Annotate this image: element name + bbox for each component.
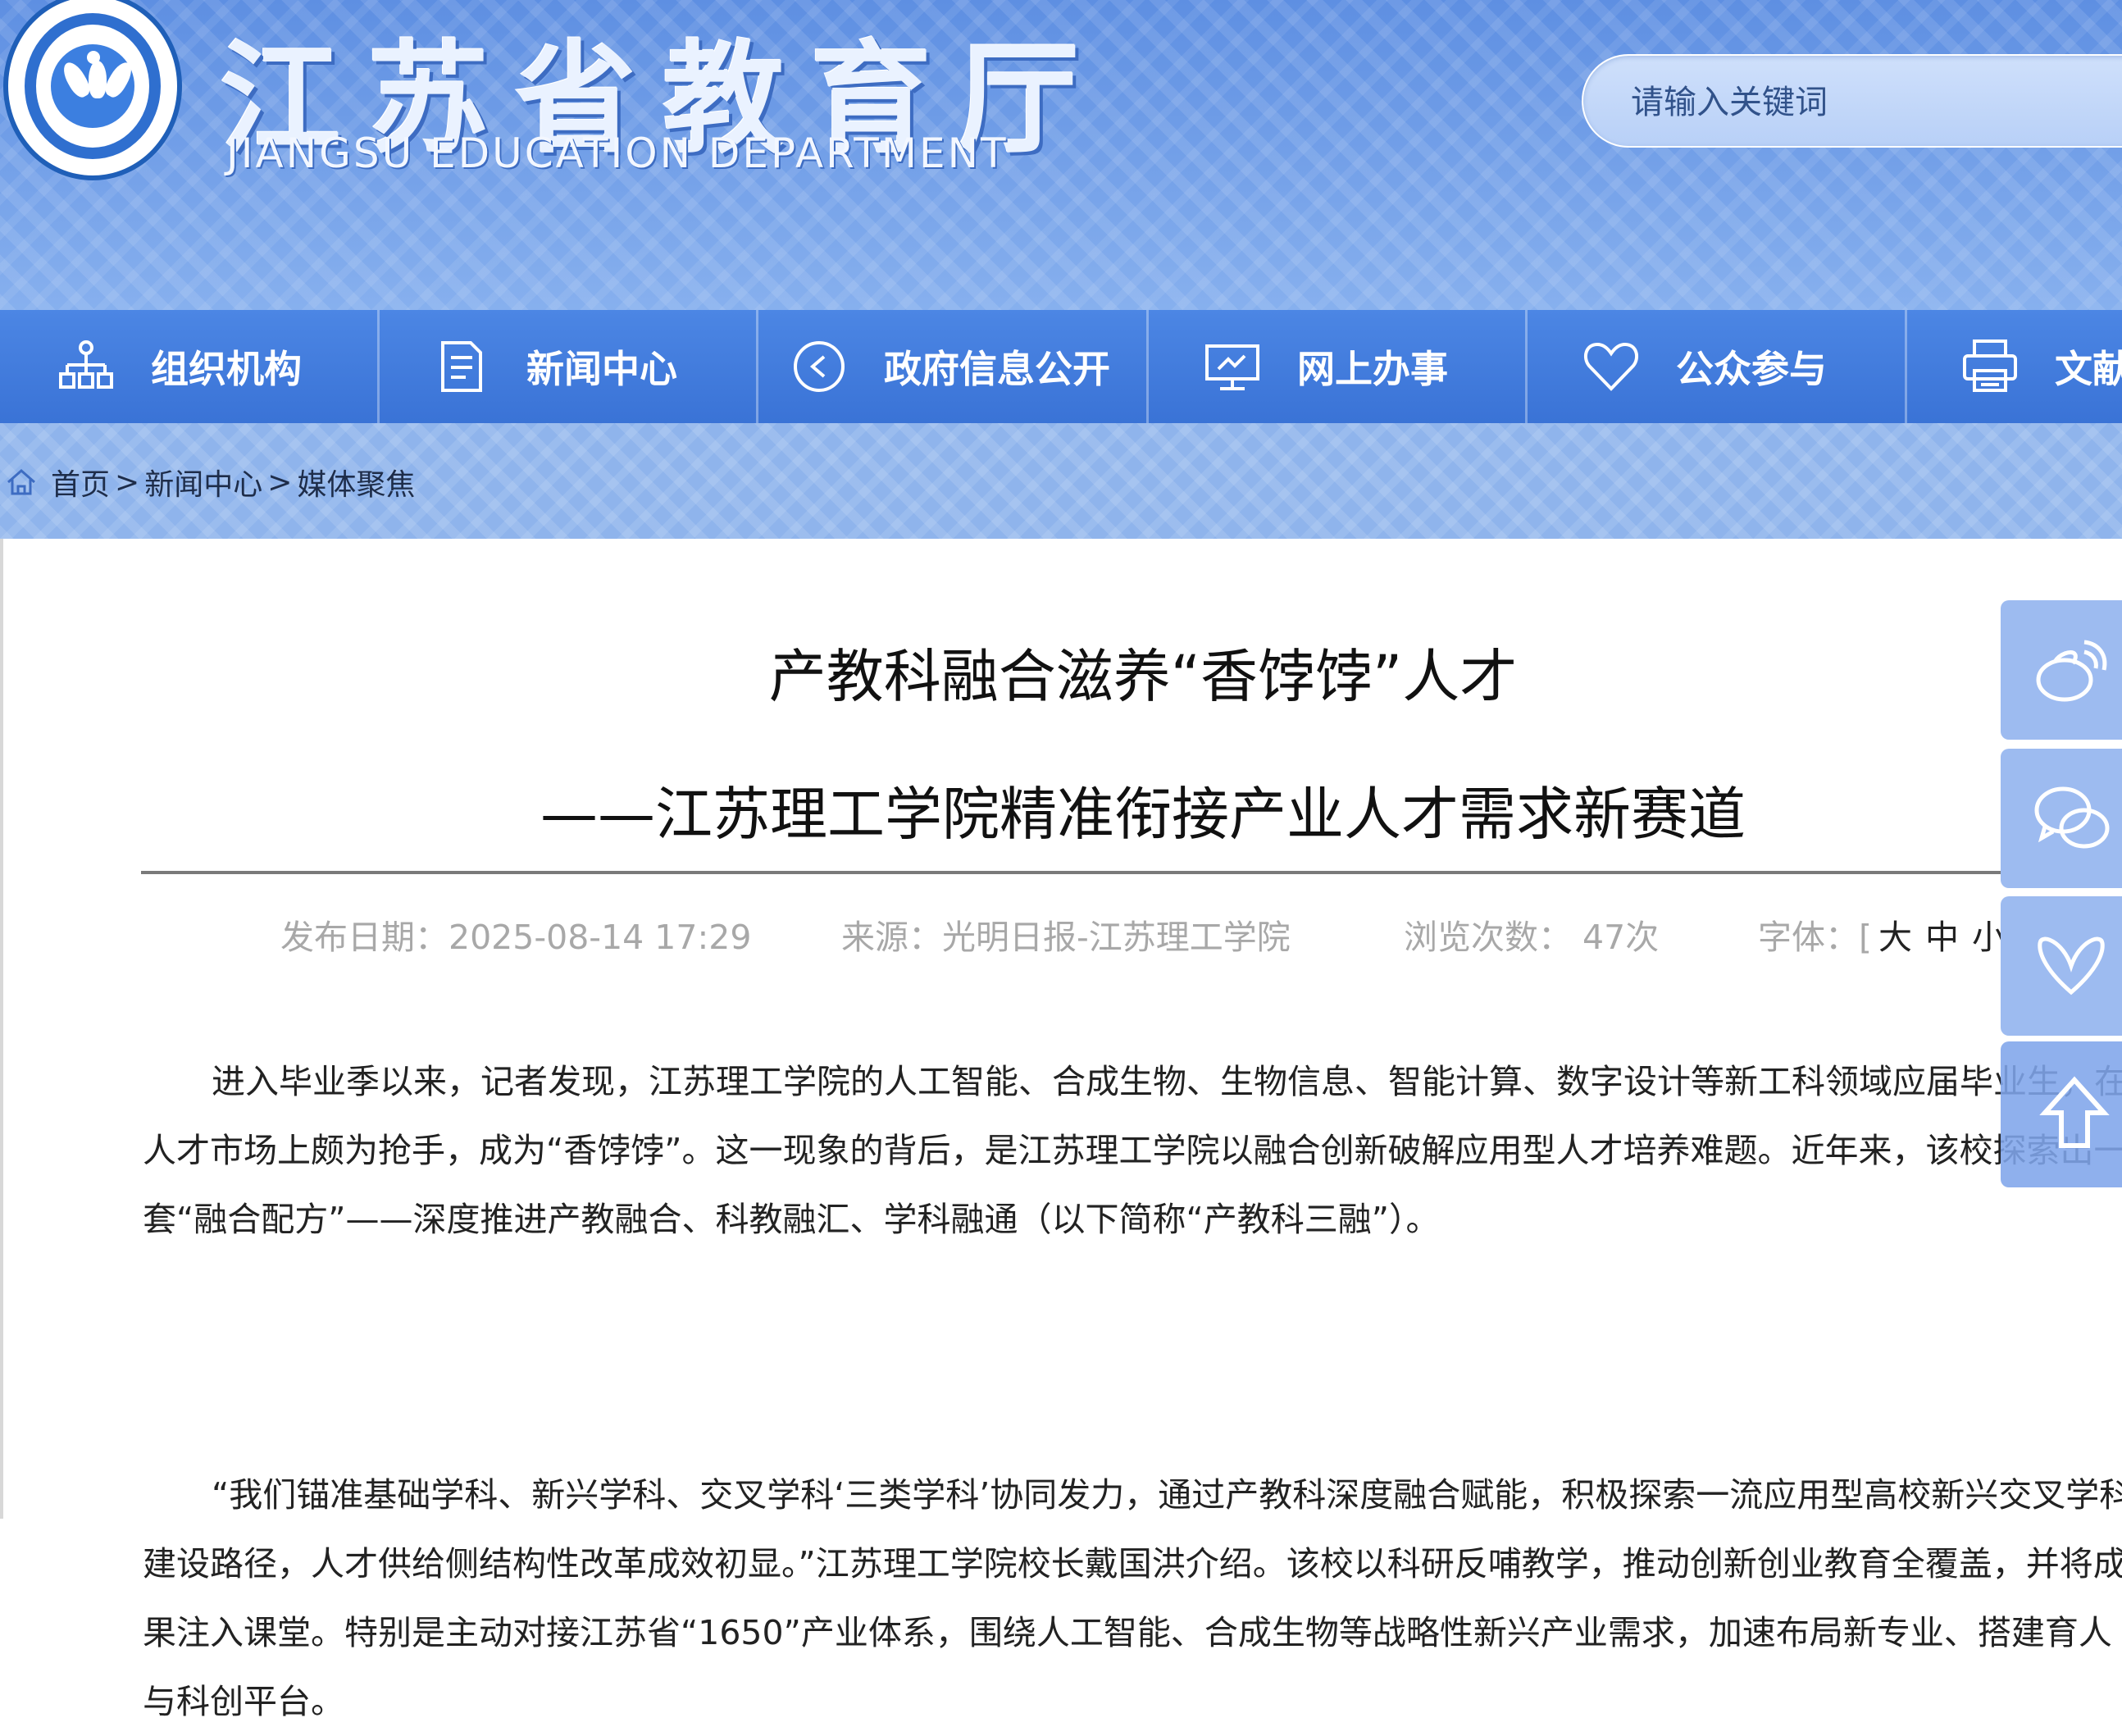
article-subtitle: ——江苏理工学院精准衔接产业人才需求新赛道 (540, 781, 1746, 848)
back-to-top-button[interactable] (2001, 1041, 2122, 1187)
breadcrumb: 首页 > 新闻中心 > 媒体聚焦 (5, 461, 415, 503)
weibo-icon (2036, 640, 2107, 702)
publish-date-label: 发布日期： (280, 918, 449, 957)
publish-date-value: 2025-08-14 17:29 (449, 918, 752, 957)
breadcrumb-news-link[interactable]: 新闻中心 (144, 461, 262, 503)
search-box (1582, 54, 2122, 148)
wechat-icon (2034, 786, 2110, 849)
article: 产教科融合滋养“香饽饽”人才 ——江苏理工学院精准衔接产业人才需求新赛道 发布日… (0, 539, 2122, 1721)
article-paragraph: 进入毕业季以来，记者发现，江苏理工学院的人工智能、合成生物、生物信息、智能计算、… (143, 1062, 2122, 1239)
heart-icon (1582, 338, 1640, 395)
org-chart-icon (57, 338, 115, 395)
share-other-button[interactable] (2001, 896, 2122, 1036)
breadcrumb-separator: > (267, 465, 293, 499)
font-medium-button[interactable]: 中 (1925, 918, 1959, 957)
nav-item-literature[interactable]: 文献 (1961, 310, 2122, 423)
play-circle-icon (790, 338, 848, 395)
search-input[interactable] (1629, 77, 2122, 128)
source-label: 来源： (841, 918, 942, 957)
nav-label-online-service: 网上办事 (1297, 347, 1448, 391)
monitor-icon (1204, 338, 1261, 395)
publish-date: 发布日期：2025-08-14 17:29 (280, 909, 751, 959)
nav-label-literature: 文献 (2055, 347, 2122, 391)
nav-item-public[interactable]: 公众参与 (1582, 310, 1827, 423)
font-large-button[interactable]: 大 (1878, 918, 1912, 957)
font-size-label: 字体： (1758, 918, 1859, 957)
site-header: 江苏省教育厅 JIANGSU EDUCATION DEPARTMENT (0, 0, 2122, 310)
nav-label-public: 公众参与 (1676, 347, 1827, 391)
view-count: 浏览次数： 47次 (1404, 909, 1659, 959)
nav-label-gov-info: 政府信息公开 (884, 347, 1110, 391)
nav-item-org[interactable]: 组织机构 (57, 310, 302, 423)
breadcrumb-bar: 首页 > 新闻中心 > 媒体聚焦 (0, 423, 2122, 539)
main-nav: 组织机构 新闻中心 政府信息公开 网上办事 公众参与 文献 (0, 310, 2122, 423)
source-value: 光明日报-江苏理工学院 (942, 918, 1291, 957)
butterfly-icon (2038, 936, 2105, 996)
share-wechat-button[interactable] (2001, 749, 2122, 888)
breadcrumb-home-link[interactable]: 首页 (51, 461, 110, 503)
breadcrumb-separator: > (115, 465, 140, 499)
nav-label-news: 新闻中心 (526, 347, 677, 391)
font-size-control: 字体：[大中小] (1758, 909, 2025, 959)
nav-label-org: 组织机构 (151, 347, 302, 391)
nav-item-news[interactable]: 新闻中心 (433, 310, 677, 423)
view-count-value: 47次 (1582, 918, 1660, 957)
article-paragraph: “我们锚准基础学科、新兴学科、交叉学科‘三类学科’协同发力，通过产教科深度融合赋… (143, 1475, 2122, 1721)
home-icon (7, 469, 35, 495)
nav-item-online-service[interactable]: 网上办事 (1204, 310, 1448, 423)
document-icon (433, 338, 490, 395)
font-size-bracket-open: [ (1859, 918, 1872, 957)
nav-item-gov-info[interactable]: 政府信息公开 (790, 310, 1110, 423)
printer-icon (1961, 338, 2019, 395)
site-subtitle: JIANGSU EDUCATION DEPARTMENT (226, 130, 1009, 177)
view-count-label: 浏览次数： (1404, 918, 1572, 957)
arrow-up-icon (2039, 1076, 2110, 1148)
share-weibo-button[interactable] (2001, 600, 2122, 740)
article-title: 产教科融合滋养“香饽饽”人才 (768, 643, 1518, 710)
seal-logo-icon[interactable] (3, 0, 182, 180)
breadcrumb-media-link[interactable]: 媒体聚焦 (297, 461, 415, 503)
article-source: 来源：光明日报-江苏理工学院 (841, 909, 1291, 959)
title-divider (141, 871, 2122, 874)
